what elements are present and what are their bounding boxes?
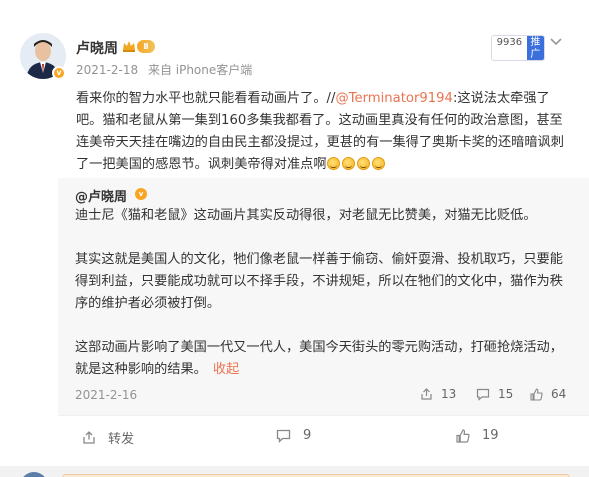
repost-label: 转发 [108, 432, 135, 447]
promote-label: 推广 [526, 36, 544, 60]
like-button[interactable]: 19 [456, 428, 499, 443]
reposted-content[interactable]: @卢晓周 v 迪士尼《猫和老鼠》这动画片其实反动得很，对老鼠无比赞美，对猫无比贬… [58, 178, 589, 415]
level-badge: Ⅱ [137, 40, 155, 53]
laughing-emoji-icon [341, 157, 355, 170]
verified-badge-icon: v [52, 66, 66, 80]
post-source: 来自 iPhone客户端 [147, 63, 253, 77]
repost-paragraph: 其实这就是美国人的文化，牠们像老鼠一样善于偷窃、偷奸耍滑、投机取巧，只要能得到利… [75, 252, 563, 311]
comment-icon [276, 429, 291, 443]
post-date[interactable]: 2021-2-18 [76, 63, 138, 77]
thumbs-up-icon [456, 428, 470, 443]
share-icon [83, 430, 95, 444]
divider [58, 415, 589, 416]
crown-icon [123, 41, 135, 52]
comment-button[interactable]: 9 [276, 428, 311, 443]
repost-share-count[interactable]: 13 [420, 387, 456, 401]
comment-icon [476, 388, 490, 401]
repost-paragraph: 迪士尼《猫和老鼠》这动画片其实反动得很，对老鼠无比赞美，对猫无比贬低。 [75, 208, 537, 223]
laughing-emoji-icon [356, 157, 370, 170]
repost-text: 迪士尼《猫和老鼠》这动画片其实反动得很，对老鼠无比赞美，对猫无比贬低。 其实这就… [75, 205, 575, 381]
repost-like-count[interactable]: 64 [530, 387, 566, 401]
like-count: 19 [482, 428, 499, 443]
comment-count: 9 [303, 428, 312, 443]
mention-link[interactable]: @Terminator9194 [335, 91, 452, 106]
share-icon [421, 387, 432, 400]
post-meta: 2021-2-18 来自 iPhone客户端 [76, 61, 252, 78]
repost-comment-count[interactable]: 15 [476, 387, 513, 401]
emoji-group [326, 157, 387, 172]
post-text: 看来你的智力水平也就只能看看动画片了。//@Terminator9194:这说法… [76, 88, 570, 176]
post-username[interactable]: 卢晓周 [76, 38, 118, 58]
laughing-emoji-icon [326, 157, 340, 170]
promote-button[interactable]: 9936 推广 [491, 35, 545, 61]
post-text-prefix: 看来你的智力水平也就只能看看动画片了。// [76, 91, 336, 106]
collapse-link[interactable]: 收起 [213, 362, 239, 377]
repost-date[interactable]: 2021-2-16 [75, 388, 137, 402]
repost-username[interactable]: @卢晓周 [75, 186, 127, 205]
laughing-emoji-icon [371, 157, 385, 170]
promote-count: 9936 [496, 37, 523, 48]
weibo-post-card: v 卢晓周 Ⅱ 2021-2-18 来自 iPhone客户端 9936 推广 看… [0, 0, 589, 466]
verified-badge-icon: v [135, 188, 147, 200]
repost-button[interactable]: 转发 [82, 428, 134, 447]
repost-paragraph-last: 这部动画片影响了美国一代又一代人，美国今天街头的零元购活动，打砸抢烧活动，就是这… [75, 340, 563, 377]
thumbs-up-icon [530, 387, 543, 401]
chevron-down-icon[interactable] [548, 36, 564, 48]
